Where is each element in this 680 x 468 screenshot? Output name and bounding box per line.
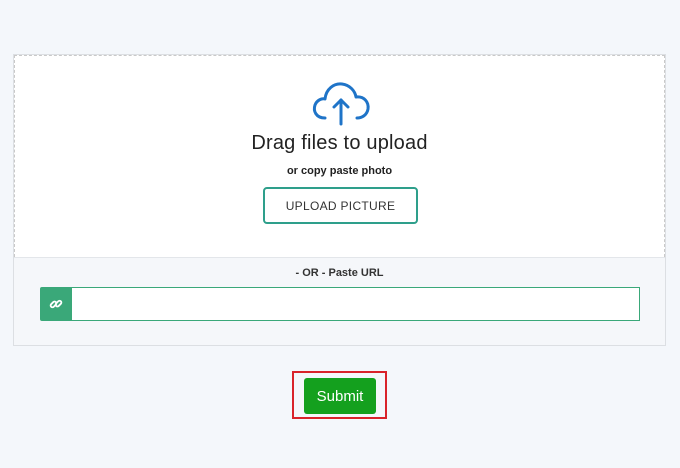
- link-icon: [40, 287, 72, 321]
- drop-title: Drag files to upload: [251, 132, 428, 154]
- url-section: - OR - Paste URL: [14, 257, 665, 345]
- drop-subtitle: or copy paste photo: [286, 165, 393, 177]
- url-input-group: [40, 287, 640, 321]
- drop-zone[interactable]: Drag files to upload or copy paste photo…: [14, 55, 665, 257]
- upload-card: Drag files to upload or copy paste photo…: [13, 54, 666, 346]
- cloud-upload-icon: [312, 82, 370, 126]
- upload-page: Drag files to upload or copy paste photo…: [0, 0, 680, 468]
- paste-url-label: - OR - Paste URL: [295, 267, 384, 279]
- submit-button[interactable]: Submit: [304, 378, 376, 414]
- upload-picture-button[interactable]: UPLOAD PICTURE: [263, 187, 418, 224]
- url-input[interactable]: [72, 287, 640, 321]
